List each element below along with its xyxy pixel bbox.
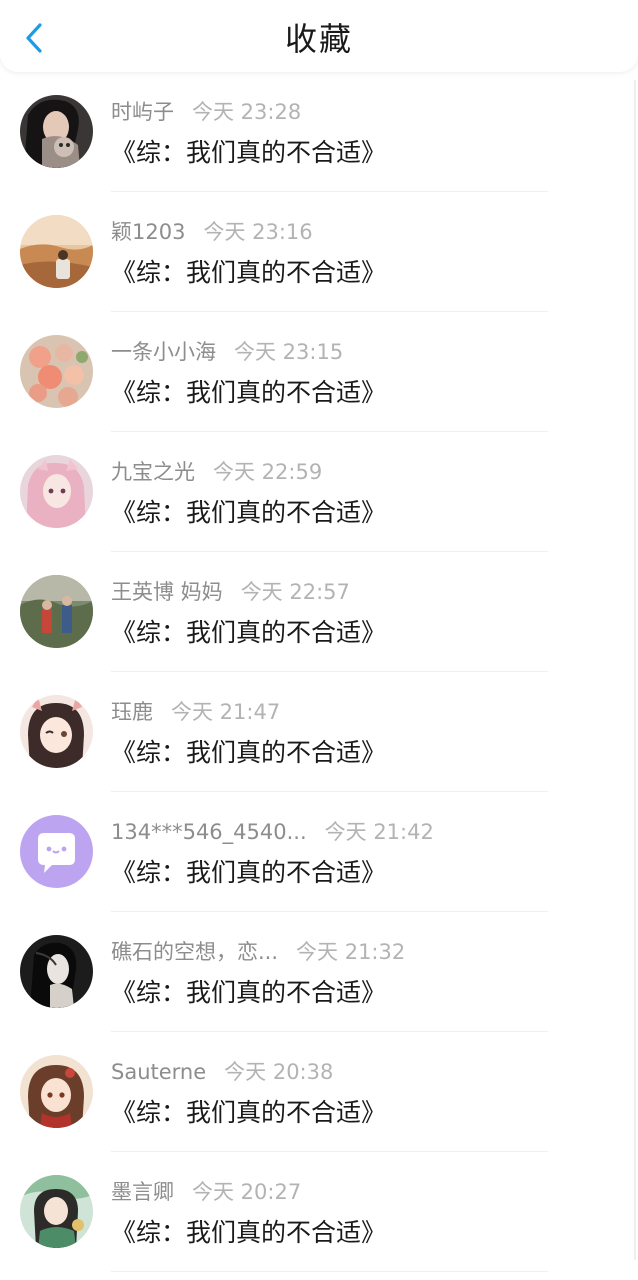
- user-name[interactable]: 礁石的空想，恋...: [111, 940, 278, 964]
- list-item[interactable]: 礁石的空想，恋... 今天 21:32 《综：我们真的不合适》: [0, 912, 638, 1032]
- timestamp: 今天 21:47: [171, 700, 281, 724]
- book-title[interactable]: 《综：我们真的不合适》: [111, 495, 386, 531]
- book-title[interactable]: 《综：我们真的不合适》: [111, 1215, 386, 1251]
- user-name[interactable]: 时屿子: [111, 100, 174, 124]
- page-title: 收藏: [284, 20, 353, 58]
- avatar[interactable]: [20, 1175, 93, 1248]
- user-name[interactable]: 王英博 妈妈: [111, 580, 223, 604]
- user-name[interactable]: 134***546_4540...: [111, 820, 307, 844]
- timestamp: 今天 23:28: [192, 100, 302, 124]
- list-item[interactable]: 墨言卿 今天 20:27 《综：我们真的不合适》: [0, 1152, 638, 1272]
- timestamp: 今天 23:16: [203, 220, 313, 244]
- book-title[interactable]: 《综：我们真的不合适》: [111, 855, 386, 891]
- avatar[interactable]: [20, 695, 93, 768]
- top-bar: 收藏: [0, 0, 638, 72]
- list-item[interactable]: 珏鹿 今天 21:47 《综：我们真的不合适》: [0, 672, 638, 792]
- timestamp: 今天 20:27: [192, 1180, 302, 1204]
- list-item[interactable]: 王英博 妈妈 今天 22:57 《综：我们真的不合适》: [0, 552, 638, 672]
- list-item[interactable]: 九宝之光 今天 22:59 《综：我们真的不合适》: [0, 432, 638, 552]
- book-title[interactable]: 《综：我们真的不合适》: [111, 1095, 386, 1131]
- timestamp: 今天 21:32: [296, 940, 406, 964]
- list-item[interactable]: 134***546_4540... 今天 21:42 《综：我们真的不合适》: [0, 792, 638, 912]
- timestamp: 今天 20:38: [224, 1060, 334, 1084]
- avatar[interactable]: [20, 95, 93, 168]
- divider: [111, 1271, 548, 1272]
- book-title[interactable]: 《综：我们真的不合适》: [111, 375, 386, 411]
- book-title[interactable]: 《综：我们真的不合适》: [111, 255, 386, 291]
- avatar[interactable]: [20, 815, 93, 888]
- avatar[interactable]: [20, 575, 93, 648]
- timestamp: 今天 21:42: [324, 820, 434, 844]
- list-item[interactable]: 颖1203 今天 23:16 《综：我们真的不合适》: [0, 192, 638, 312]
- avatar[interactable]: [20, 335, 93, 408]
- list-item[interactable]: 时屿子 今天 23:28 《综：我们真的不合适》: [0, 72, 638, 192]
- book-title[interactable]: 《综：我们真的不合适》: [111, 135, 386, 171]
- book-title[interactable]: 《综：我们真的不合适》: [111, 975, 386, 1011]
- favorites-list: 时屿子 今天 23:28 《综：我们真的不合适》 颖1203 今天 23:16 《综…: [0, 72, 638, 1272]
- timestamp: 今天 22:57: [240, 580, 350, 604]
- book-title[interactable]: 《综：我们真的不合适》: [111, 735, 386, 771]
- avatar[interactable]: [20, 935, 93, 1008]
- avatar[interactable]: [20, 215, 93, 288]
- user-name[interactable]: 九宝之光: [111, 460, 195, 484]
- avatar[interactable]: [20, 455, 93, 528]
- user-name[interactable]: 颖1203: [111, 220, 185, 244]
- avatar[interactable]: [20, 1055, 93, 1128]
- timestamp: 今天 23:15: [234, 340, 344, 364]
- user-name[interactable]: 一条小小海: [111, 340, 216, 364]
- user-name[interactable]: 珏鹿: [111, 700, 153, 724]
- scrollbar[interactable]: [634, 80, 636, 1260]
- book-title[interactable]: 《综：我们真的不合适》: [111, 615, 386, 651]
- user-name[interactable]: Sauterne: [111, 1060, 206, 1084]
- list-item[interactable]: Sauterne 今天 20:38 《综：我们真的不合适》: [0, 1032, 638, 1152]
- timestamp: 今天 22:59: [213, 460, 323, 484]
- list-item[interactable]: 一条小小海 今天 23:15 《综：我们真的不合适》: [0, 312, 638, 432]
- user-name[interactable]: 墨言卿: [111, 1180, 174, 1204]
